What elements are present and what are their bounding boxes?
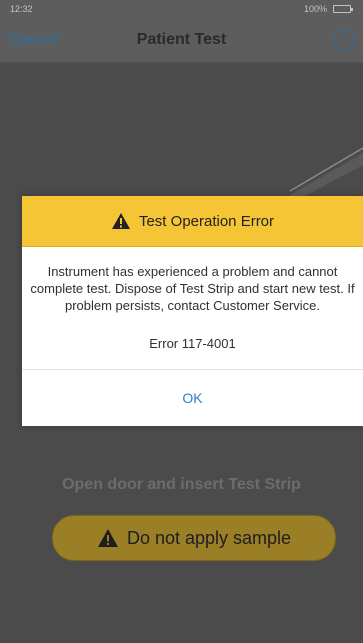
sample-warning-label: Do not apply sample xyxy=(126,527,292,548)
status-time: 12:32 xyxy=(10,4,33,14)
alert-header: Test Operation Error xyxy=(22,196,363,247)
warning-icon xyxy=(111,213,130,229)
error-alert-dialog: Test Operation Error Instrument has expe… xyxy=(22,196,363,426)
alert-title: Test Operation Error xyxy=(138,212,275,230)
page-title: Patient Test xyxy=(136,31,227,48)
battery-icon xyxy=(333,5,353,13)
alert-message: Instrument has experienced a problem and… xyxy=(30,264,355,313)
ok-button[interactable]: OK xyxy=(22,370,363,426)
info-icon[interactable]: i xyxy=(333,28,355,50)
status-bar: 12:32 100% xyxy=(0,0,363,20)
error-code: Error 117-4001 xyxy=(149,336,236,351)
screen: 12:32 100% Cancel Patient Test i Open do… xyxy=(0,0,363,643)
instruction-text: Open door and insert Test Strip xyxy=(62,476,301,493)
warning-icon xyxy=(97,529,118,547)
sample-warning-badge: Do not apply sample xyxy=(52,515,336,561)
nav-bar: Cancel Patient Test i xyxy=(0,20,363,63)
battery-percent: 100% xyxy=(303,4,327,14)
